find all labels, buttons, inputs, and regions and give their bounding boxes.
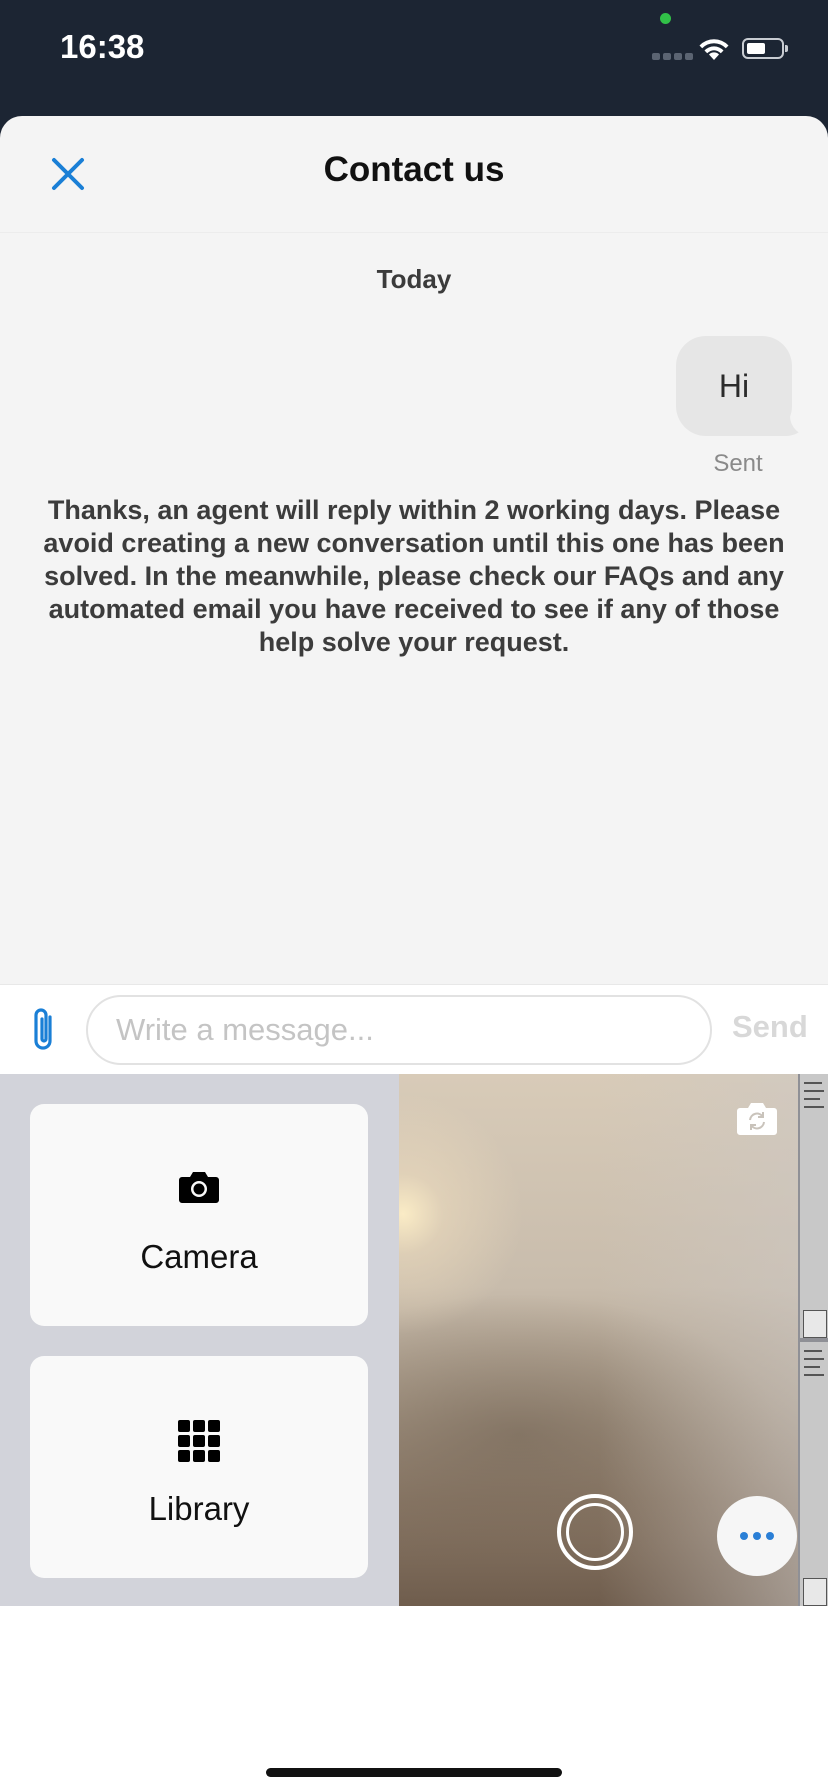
camera-option-button[interactable]: Camera <box>30 1104 368 1326</box>
shutter-button[interactable] <box>557 1494 633 1570</box>
camera-viewfinder <box>399 1074 798 1606</box>
wifi-icon <box>699 39 729 60</box>
grid-icon <box>178 1420 220 1462</box>
status-bar: 16:38 <box>0 0 828 110</box>
message-input[interactable] <box>86 995 712 1065</box>
battery-icon <box>742 38 788 59</box>
message-status: Sent <box>713 450 763 477</box>
library-option-label: Library <box>148 1490 250 1527</box>
recent-thumbnails <box>798 1074 828 1606</box>
status-time: 16:38 <box>60 28 145 65</box>
thumbnail[interactable] <box>800 1342 828 1606</box>
message-text: Hi <box>718 367 750 404</box>
header-divider <box>0 232 828 233</box>
library-option-button[interactable]: Library <box>30 1356 368 1578</box>
cellular-signal-icon <box>652 53 693 60</box>
home-indicator-area <box>0 1606 828 1792</box>
thumbnail[interactable] <box>800 1074 828 1338</box>
send-button[interactable]: Send <box>732 1009 808 1045</box>
paperclip-icon[interactable] <box>24 1003 62 1053</box>
camera-flip-icon[interactable] <box>736 1100 778 1136</box>
more-dots-icon[interactable] <box>717 1496 797 1576</box>
camera-in-use-indicator <box>660 13 671 24</box>
camera-icon <box>179 1172 219 1203</box>
auto-reply-message: Thanks, an agent will reply within 2 wor… <box>43 495 785 657</box>
user-message-bubble: Hi <box>676 336 792 436</box>
date-separator: Today <box>376 264 452 294</box>
camera-option-label: Camera <box>140 1238 258 1275</box>
message-composer: Send <box>0 984 828 1075</box>
page-title: Contact us <box>323 150 505 189</box>
home-indicator[interactable] <box>266 1768 562 1777</box>
media-picker: Camera Library <box>0 1074 828 1606</box>
